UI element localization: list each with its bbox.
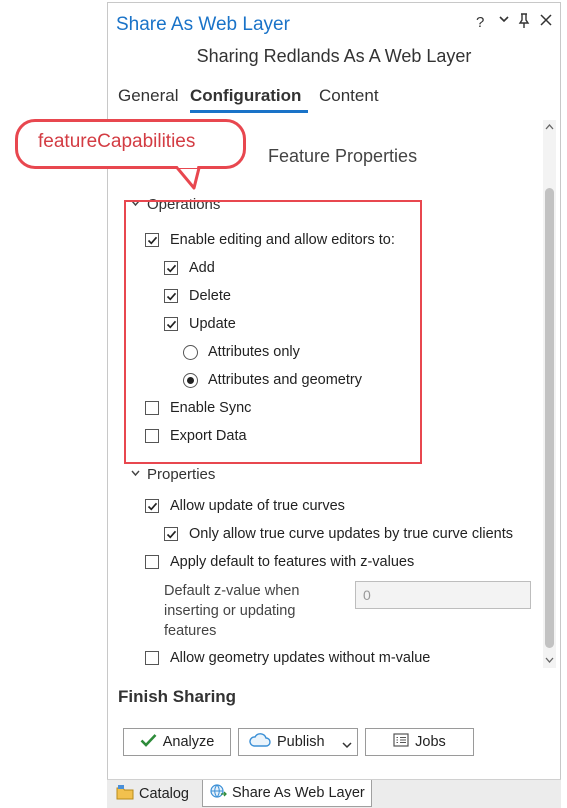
z-value-label: Default z-value when inserting or updati…: [164, 581, 299, 641]
pane-title: Share As Web Layer: [116, 14, 290, 35]
scrollbar-thumb[interactable]: [545, 188, 554, 648]
z-value-label-line: features: [164, 623, 217, 639]
dock-tab-share-as-web-layer[interactable]: Share As Web Layer: [202, 780, 372, 807]
chevron-down-icon[interactable]: [342, 737, 352, 753]
true-curves-label: Allow update of true curves: [170, 498, 345, 514]
z-default-checkbox[interactable]: [145, 555, 159, 569]
properties-group-title[interactable]: Properties: [147, 466, 215, 483]
share-tab-label: Share As Web Layer: [232, 785, 365, 801]
active-tab-indicator: [190, 110, 308, 113]
jobs-button[interactable]: Jobs: [365, 728, 474, 756]
callout-pointer-join: [176, 164, 198, 168]
true-curve-clients-label: Only allow true curve updates by true cu…: [189, 526, 513, 542]
publish-button[interactable]: Publish: [238, 728, 358, 756]
chevron-down-icon[interactable]: [498, 12, 510, 30]
m-value-label: Allow geometry updates without m-value: [170, 650, 431, 666]
scroll-up-icon[interactable]: [543, 122, 556, 132]
catalog-icon: [116, 784, 134, 804]
help-icon[interactable]: ?: [476, 14, 484, 31]
share-globe-icon: [209, 783, 227, 803]
operations-highlight-rectangle: [124, 200, 422, 464]
z-default-label: Apply default to features with z-values: [170, 554, 415, 570]
publish-label: Publish: [277, 734, 325, 750]
pane-subtitle: Sharing Redlands As A Web Layer: [196, 46, 472, 66]
z-value-label-line: Default z-value when: [164, 583, 300, 599]
scroll-down-icon[interactable]: [543, 656, 556, 666]
tab-configuration[interactable]: Configuration: [190, 86, 301, 106]
callout-text: featureCapabilities: [38, 131, 196, 152]
close-icon[interactable]: [539, 13, 553, 31]
tab-content[interactable]: Content: [319, 86, 379, 106]
finish-sharing-heading: Finish Sharing: [118, 687, 237, 706]
jobs-list-icon: [393, 733, 409, 751]
check-icon: [140, 733, 157, 751]
m-value-checkbox[interactable]: [145, 651, 159, 665]
feature-properties-heading: Feature Properties: [268, 146, 418, 166]
tab-general[interactable]: General: [118, 86, 178, 106]
pin-icon[interactable]: [518, 13, 530, 33]
dock-tab-catalog[interactable]: Catalog: [116, 784, 189, 804]
properties-collapse-icon[interactable]: [131, 469, 140, 481]
z-value-label-line: inserting or updating: [164, 603, 296, 619]
jobs-label: Jobs: [415, 734, 446, 750]
true-curve-clients-checkbox[interactable]: [164, 527, 178, 541]
analyze-button[interactable]: Analyze: [123, 728, 231, 756]
catalog-tab-label: Catalog: [139, 786, 189, 802]
analyze-label: Analyze: [162, 734, 215, 750]
true-curves-checkbox[interactable]: [145, 499, 159, 513]
z-value-input[interactable]: 0: [355, 581, 531, 609]
cloud-icon: [249, 733, 271, 751]
